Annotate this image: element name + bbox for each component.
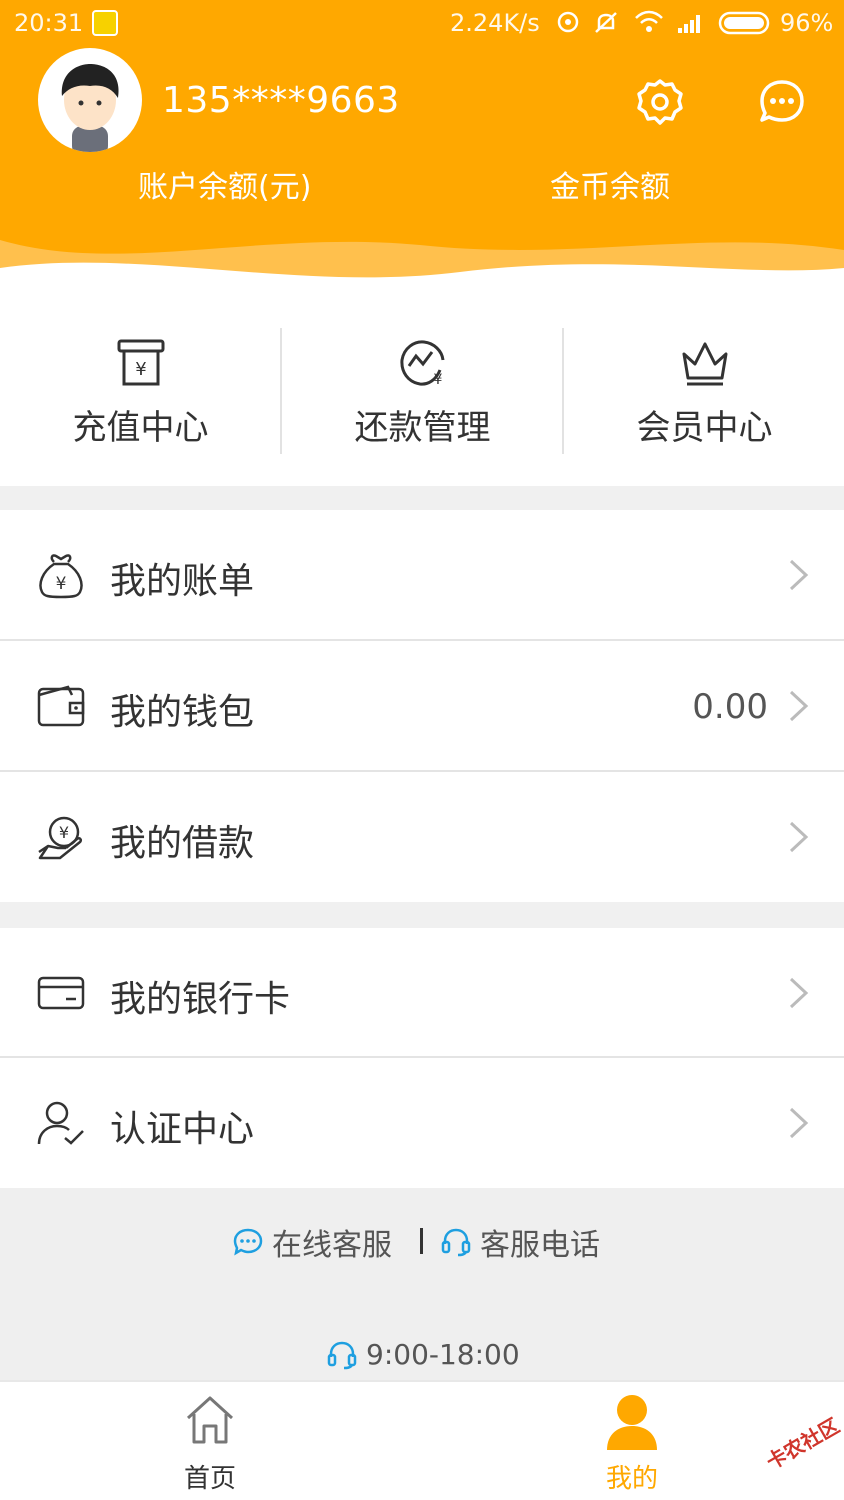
chat-bubble-icon: [760, 80, 804, 122]
battery-icon: [718, 11, 770, 35]
support-separator: [420, 1228, 423, 1254]
chevron-right-icon: [789, 821, 809, 853]
service-hours-text: 9:00-18:00: [366, 1338, 520, 1371]
section-gap: [0, 486, 844, 510]
menu-item-bank-card[interactable]: 我的银行卡: [0, 928, 844, 1058]
status-battery: 96%: [780, 9, 834, 37]
avatar-illustration: [61, 64, 119, 152]
section-gap: [0, 902, 844, 928]
svg-text:¥: ¥: [433, 372, 442, 388]
status-time: 20:31: [14, 9, 84, 37]
mute-icon: [595, 12, 617, 33]
nav-mine[interactable]: 我的: [532, 1382, 732, 1500]
menu-item-label: 我的账单: [110, 561, 255, 602]
svg-text:¥: ¥: [59, 823, 69, 842]
watermark: 卡农社区: [740, 1410, 843, 1480]
person-icon: [607, 1395, 657, 1450]
menu-item-verification[interactable]: 认证中心: [0, 1058, 844, 1188]
online-service-link[interactable]: 在线客服: [232, 1220, 392, 1264]
user-check-icon: [37, 1101, 84, 1145]
recharge-icon: ¥: [117, 339, 164, 386]
watermark-text: 卡农社区: [762, 1413, 844, 1475]
member-center-label: 会员中心: [636, 408, 773, 448]
home-icon: [186, 1396, 234, 1444]
messages-button[interactable]: [754, 74, 810, 130]
menu-item-label: 我的钱包: [110, 692, 255, 733]
user-phone: 135****9663: [162, 80, 400, 121]
menu-item-wallet[interactable]: 我的钱包 0.00: [0, 641, 844, 771]
wallet-icon: [37, 685, 85, 727]
service-hours: 9:00-18:00: [326, 1338, 520, 1371]
member-center-button[interactable]: 会员中心: [564, 290, 844, 486]
service-phone-label: 客服电话: [480, 1228, 600, 1263]
recharge-center-button[interactable]: ¥ 充值中心: [0, 290, 281, 486]
svg-text:¥: ¥: [56, 574, 67, 594]
app-notification-icon: [92, 10, 118, 36]
signal-icon: [678, 15, 700, 33]
wallet-balance-value: 0.00: [692, 687, 768, 727]
menu-item-label: 认证中心: [110, 1109, 255, 1150]
quick-actions: ¥ 充值中心 ¥ 还款管理 会员中心: [0, 290, 844, 486]
crown-icon: [682, 342, 727, 386]
chevron-right-icon: [789, 690, 809, 722]
profile-header: 20:31 2.24K/s 96% 135****9663 账户余额(元) 金币…: [0, 0, 844, 290]
bottom-nav: 首页 我的: [0, 1380, 844, 1500]
recharge-center-label: 充值中心: [72, 408, 209, 448]
wifi-icon: [635, 10, 663, 32]
chevron-right-icon: [789, 977, 809, 1009]
avatar[interactable]: [38, 48, 142, 152]
account-balance-label: 账户余额(元): [138, 170, 312, 205]
status-net-speed: 2.24K/s: [450, 9, 540, 37]
service-phone-link[interactable]: 客服电话: [440, 1220, 600, 1264]
gear-icon: [637, 79, 683, 125]
loan-hand-icon: ¥: [38, 816, 83, 860]
repayment-management-button[interactable]: ¥ 还款管理: [282, 290, 563, 486]
menu-item-label: 我的银行卡: [110, 979, 291, 1020]
nav-mine-label: 我的: [605, 1464, 658, 1494]
money-bag-icon: ¥: [39, 554, 83, 599]
chevron-right-icon: [789, 559, 809, 591]
coin-balance-label: 金币余额: [550, 170, 670, 205]
repayment-icon: ¥: [399, 340, 444, 388]
headset-icon: [441, 1228, 471, 1257]
menu-item-label: 我的借款: [110, 823, 255, 864]
support-section: 在线客服 客服电话 9:00-18:00: [0, 1188, 844, 1380]
repayment-management-label: 还款管理: [354, 408, 491, 448]
status-bar: 20:31 2.24K/s 96%: [0, 0, 844, 48]
online-service-label: 在线客服: [272, 1228, 392, 1263]
menu-item-loan[interactable]: ¥ 我的借款: [0, 772, 844, 902]
menu-item-bill[interactable]: ¥ 我的账单: [0, 510, 844, 640]
nav-home[interactable]: 首页: [110, 1382, 310, 1500]
nav-home-label: 首页: [183, 1464, 236, 1494]
headset-icon: [327, 1341, 357, 1369]
hotspot-icon: [557, 11, 579, 33]
svg-text:¥: ¥: [135, 359, 146, 380]
settings-button[interactable]: [632, 74, 688, 130]
chat-icon: [233, 1228, 263, 1256]
chevron-right-icon: [789, 1107, 809, 1139]
bank-card-icon: [37, 976, 85, 1010]
